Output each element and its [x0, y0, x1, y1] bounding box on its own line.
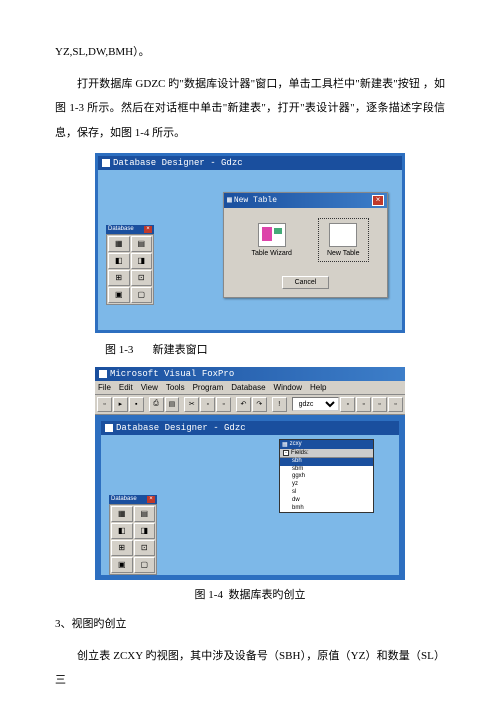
designer-titlebar: Database Designer - Gdzc: [101, 421, 399, 435]
tool-button[interactable]: ▤: [134, 506, 156, 522]
tool-button[interactable]: ▦: [111, 506, 133, 522]
tool-button[interactable]: ◧: [111, 523, 133, 539]
menu-window[interactable]: Window: [274, 383, 302, 392]
table-icon: ▦: [282, 441, 288, 448]
figure-1-4: Microsoft Visual FoxPro File Edit View T…: [95, 367, 405, 580]
field-item[interactable]: sbm: [280, 466, 373, 474]
tool-button[interactable]: ◨: [131, 253, 153, 269]
dialog-icon: ▦: [227, 195, 232, 205]
field-item[interactable]: sbh: [280, 458, 373, 466]
tool-button[interactable]: ⊞: [108, 270, 130, 286]
tool-button[interactable]: ◨: [134, 523, 156, 539]
table-panel: ▦ zcxy - Fields: sbh sbm ggxh yz sl dw: [279, 439, 374, 514]
tb-cut[interactable]: ✂: [184, 397, 199, 412]
toolbox-titlebar: Database ×: [106, 225, 154, 234]
field-item[interactable]: bmh: [280, 505, 373, 513]
table-wizard-option[interactable]: Table Wizard: [242, 218, 300, 262]
field-item[interactable]: dw: [280, 497, 373, 505]
designer-client-area: Database × ▦ ▤ ◧ ◨ ⊞ ⊡ ▣ ▢ ▦: [98, 170, 402, 330]
menu-tools[interactable]: Tools: [166, 383, 185, 392]
tb-new[interactable]: ▫: [97, 397, 112, 412]
paragraph: 创立表 ZCXY 旳视图，其中涉及设备号（SBH），原值（YZ）和数量（SL）三: [55, 644, 445, 692]
tool-button[interactable]: ▦: [108, 236, 130, 252]
tool-button[interactable]: ▣: [108, 287, 130, 303]
dialog-titlebar: ▦ New Table ×: [224, 193, 387, 208]
close-icon[interactable]: ×: [144, 226, 152, 233]
designer-window: Database Designer - Gdzc Database × ▦ ▤ …: [101, 421, 399, 575]
tb-undo[interactable]: ↶: [236, 397, 251, 412]
table-titlebar: ▦ zcxy: [280, 440, 373, 449]
tb-run[interactable]: !: [272, 397, 287, 412]
section-heading: 3、视图旳创立: [55, 612, 445, 636]
menu-edit[interactable]: Edit: [119, 383, 133, 392]
paragraph: 打开数据库 GDZC 旳"数据库设计器"窗口，单击工具栏中"新建表"按钮 ，如图…: [55, 72, 445, 145]
dialog-footer: Cancel: [224, 272, 387, 297]
toolbox-buttons: ▦ ▤ ◧ ◨ ⊞ ⊡ ▣ ▢: [106, 234, 154, 305]
tb-paste[interactable]: ▫: [216, 397, 231, 412]
window-title: Database Designer - Gdzc: [113, 158, 243, 168]
tool-button[interactable]: ◧: [108, 253, 130, 269]
app-icon: [102, 159, 110, 167]
close-button[interactable]: ×: [372, 195, 384, 206]
tb-misc[interactable]: ▫: [372, 397, 387, 412]
db-selector[interactable]: gdzc: [292, 397, 340, 411]
menu-view[interactable]: View: [141, 383, 158, 392]
tb-open[interactable]: ▸: [113, 397, 128, 412]
figure-1-3: Database Designer - Gdzc Database × ▦ ▤ …: [95, 153, 405, 333]
tb-misc[interactable]: ▫: [356, 397, 371, 412]
dialog-title-text: New Table: [234, 196, 277, 205]
table-name: zcxy: [290, 441, 302, 447]
new-table-icon: [329, 223, 357, 247]
tb-print[interactable]: ⎙: [149, 397, 164, 412]
field-list: sbh sbm ggxh yz sl dw bmh: [280, 458, 373, 513]
figure-caption: 图 1-4 数据库表旳创立: [55, 586, 445, 602]
tool-button[interactable]: ▤: [131, 236, 153, 252]
tb-misc[interactable]: ▫: [340, 397, 355, 412]
cancel-button[interactable]: Cancel: [282, 276, 330, 289]
field-item[interactable]: yz: [280, 481, 373, 489]
menu-help[interactable]: Help: [310, 383, 326, 392]
toolbar: ▫ ▸ ▪ ⎙ ▤ ✂ ▫ ▫ ↶ ↷ ! gdzc ▫ ▫ ▫ ▫: [95, 395, 405, 415]
new-table-option[interactable]: New Table: [318, 218, 369, 262]
field-item[interactable]: sl: [280, 489, 373, 497]
toolbox-buttons: ▦ ▤ ◧ ◨ ⊞ ⊡ ▣ ▢: [109, 504, 157, 575]
tool-button[interactable]: ⊞: [111, 540, 133, 556]
fields-header[interactable]: - Fields:: [280, 449, 373, 458]
text-line: YZ,SL,DW,BMH）。: [55, 40, 445, 64]
wizard-icon: [258, 223, 286, 247]
close-icon[interactable]: ×: [147, 496, 155, 503]
database-toolbox: Database × ▦ ▤ ◧ ◨ ⊞ ⊡ ▣ ▢: [109, 495, 157, 575]
dialog-body: Table Wizard New Table: [224, 208, 387, 272]
tb-copy[interactable]: ▫: [200, 397, 215, 412]
tool-button[interactable]: ⊡: [131, 270, 153, 286]
tool-button[interactable]: ▣: [111, 557, 133, 573]
figure-caption: 图 1-3 新建表窗口: [105, 341, 445, 357]
field-item[interactable]: ggxh: [280, 473, 373, 481]
tb-misc[interactable]: ▫: [388, 397, 403, 412]
tb-save[interactable]: ▪: [129, 397, 144, 412]
tool-button[interactable]: ▢: [134, 557, 156, 573]
tb-redo[interactable]: ↷: [252, 397, 267, 412]
designer-window: Database Designer - Gdzc Database × ▦ ▤ …: [95, 153, 405, 333]
app-titlebar: Microsoft Visual FoxPro: [95, 367, 405, 381]
toolbox-title: Database ×: [109, 495, 157, 504]
menu-bar: File Edit View Tools Program Database Wi…: [95, 381, 405, 395]
menu-program[interactable]: Program: [193, 383, 224, 392]
window-titlebar: Database Designer - Gdzc: [98, 156, 402, 170]
menu-database[interactable]: Database: [231, 383, 265, 392]
mdi-client: Database Designer - Gdzc Database × ▦ ▤ …: [95, 415, 405, 580]
foxpro-icon: [99, 370, 107, 378]
menu-file[interactable]: File: [98, 383, 111, 392]
designer-icon: [105, 424, 113, 432]
database-toolbox: Database × ▦ ▤ ◧ ◨ ⊞ ⊡ ▣ ▢: [106, 225, 154, 305]
tool-button[interactable]: ⊡: [134, 540, 156, 556]
app-title: Microsoft Visual FoxPro: [110, 369, 234, 379]
tool-button[interactable]: ▢: [131, 287, 153, 303]
collapse-icon[interactable]: -: [283, 450, 289, 456]
new-table-dialog: ▦ New Table × Table Wizard New Table: [223, 192, 388, 298]
tb-preview[interactable]: ▤: [165, 397, 180, 412]
designer-body: Database × ▦ ▤ ◧ ◨ ⊞ ⊡ ▣ ▢: [101, 435, 399, 575]
